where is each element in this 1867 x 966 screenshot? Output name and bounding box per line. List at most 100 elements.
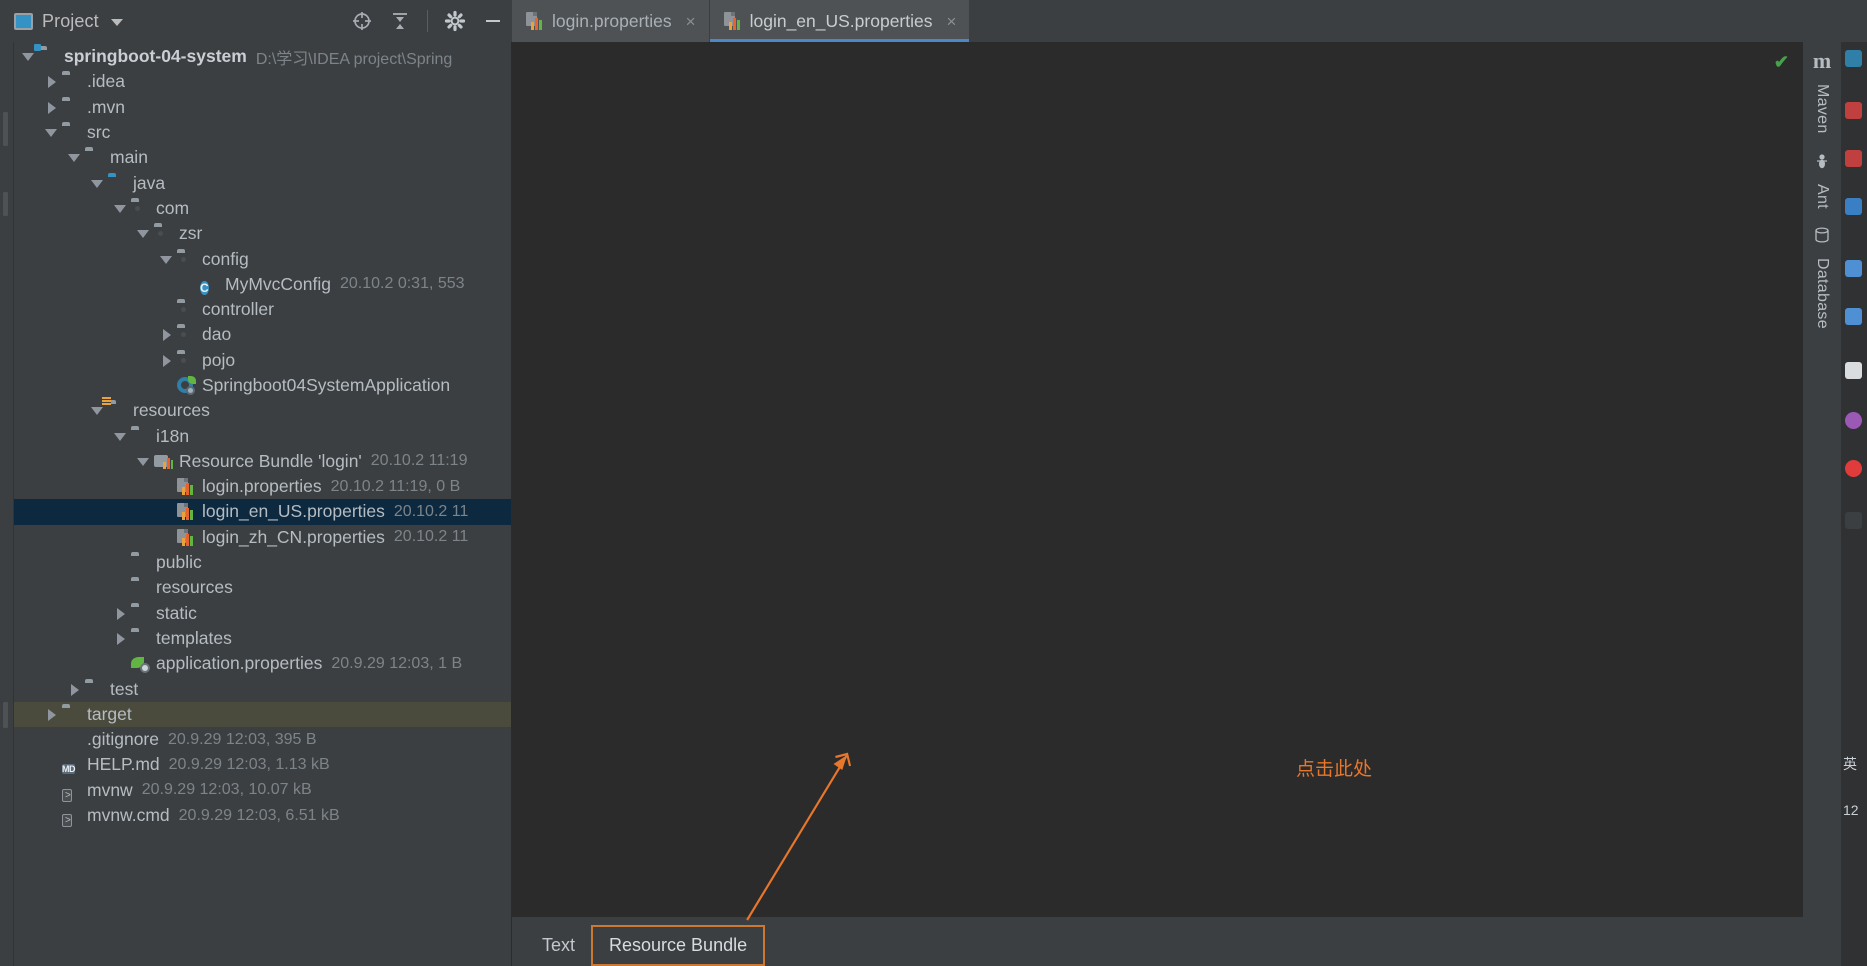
tree-row[interactable]: login.properties 20.10.2 11:19, 0 B [14,474,511,499]
inspection-status-icon[interactable]: ✔ [1774,52,1789,73]
tree-row[interactable]: > mvnw.cmd 20.9.29 12:03, 6.51 kB [14,803,511,828]
tree-row[interactable]: .mvn [14,95,511,120]
expand-arrow-icon[interactable] [45,708,58,721]
tree-row[interactable]: > mvnw 20.9.29 12:03, 10.07 kB [14,778,511,803]
tree-row-label: login_zh_CN.properties [202,526,385,547]
right-tool-item-maven[interactable]: Maven [1813,84,1831,134]
collapse-arrow-icon[interactable] [114,202,127,215]
expand-arrow-icon[interactable] [114,632,127,645]
collapse-arrow-icon[interactable] [68,151,81,164]
collapse-arrow-icon[interactable] [114,430,127,443]
tree-row-meta: 20.10.2 11:19, 0 B [330,477,461,495]
tab-text[interactable]: Text [526,925,591,966]
tree-row[interactable]: target [14,701,511,728]
tree-row-label: main [110,147,148,168]
desktop-icon[interactable] [1845,150,1862,167]
tree-row[interactable]: application.properties 20.9.29 12:03, 1 B [14,651,511,676]
clock-indicator[interactable]: 12 [1843,802,1859,818]
desktop-icon[interactable] [1845,412,1862,429]
properties-file-icon [177,528,196,546]
tree-row[interactable]: templates [14,626,511,651]
left-strip-stub[interactable] [3,702,8,728]
tree-row[interactable]: springboot-04-system D:\学习\IDEA project\S… [14,44,511,69]
editor-tab-login-en-us-properties[interactable]: login_en_US.properties × [709,0,971,42]
expand-arrow-icon[interactable] [45,101,58,114]
tree-row[interactable]: static [14,601,511,626]
expand-arrow-icon[interactable] [45,75,58,89]
right-tool-item-database[interactable]: Database [1813,258,1831,329]
left-strip-stub[interactable] [3,112,8,146]
close-icon[interactable]: × [947,13,957,30]
left-strip-stub[interactable] [3,192,8,216]
desktop-icon[interactable] [1845,460,1862,477]
desktop-icon[interactable] [1845,102,1862,119]
tree-row[interactable]: main [14,145,511,170]
tree-row-label: resources [133,400,210,421]
tree-row[interactable]: login_zh_CN.properties 20.10.2 11 [14,525,511,550]
tree-row-meta: 20.10.2 11 [393,502,469,520]
tree-row[interactable]: .gitignore 20.9.29 12:03, 395 B [14,727,511,752]
desktop-icon[interactable] [1845,50,1862,67]
desktop-icon[interactable] [1845,512,1862,529]
project-tree-pane[interactable]: springboot-04-system D:\学习\IDEA project\S… [14,42,512,966]
properties-file-icon [177,503,196,521]
tree-row[interactable]: C MyMvcConfig 20.10.2 0:31, 553 [14,272,511,297]
tree-row[interactable]: .idea [14,69,511,94]
tree-row[interactable]: com [14,196,511,221]
tree-row[interactable]: config [14,246,511,271]
ime-language-indicator[interactable]: 英 [1843,754,1857,774]
project-tool-window-title[interactable]: Project [14,11,123,32]
right-tool-item-ant[interactable]: Ant [1813,184,1831,209]
markdown-icon: MD [62,764,76,775]
locate-icon[interactable] [351,10,373,32]
hide-tool-window-icon[interactable] [482,10,504,32]
tree-row[interactable]: i18n [14,423,511,448]
editor-canvas[interactable]: ✔ [512,42,1803,917]
tree-row[interactable]: zsr [14,221,511,246]
toolbar-divider [427,10,428,32]
desktop-icon[interactable] [1845,362,1862,379]
expand-arrow-icon[interactable] [68,683,81,696]
collapse-arrow-icon[interactable] [137,455,150,468]
tree-row[interactable]: public [14,550,511,575]
tab-resource-bundle[interactable]: Resource Bundle [591,925,766,966]
package-icon [154,225,173,242]
collapse-arrow-icon[interactable] [137,227,150,240]
settings-gear-icon[interactable] [444,10,466,32]
expand-arrow-icon[interactable] [160,328,173,342]
desktop-icon[interactable] [1845,260,1862,277]
expand-arrow-icon[interactable] [160,354,173,367]
tree-row[interactable]: resources [14,575,511,600]
tree-row[interactable]: src [14,120,511,145]
tree-row[interactable]: pojo [14,348,511,373]
chevron-down-icon[interactable] [110,19,123,26]
tree-row[interactable]: Resource Bundle 'login' 20.10.2 11:19 [14,449,511,474]
tree-row[interactable]: login_en_US.properties 20.10.2 11 [14,499,511,525]
tree-row[interactable]: controller [14,297,511,322]
tab-resource-bundle-label: Resource Bundle [609,935,748,955]
collapse-arrow-icon[interactable] [45,126,58,139]
collapse-arrow-icon[interactable] [160,253,173,266]
tree-row[interactable]: resources [14,398,511,423]
tree-row[interactable]: dao [14,322,511,347]
package-icon [131,200,150,217]
tree-row-meta: 20.9.29 12:03, 1 B [331,654,463,672]
desktop-icon[interactable] [1845,198,1862,215]
tree-row[interactable]: Springboot04SystemApplication [14,373,511,398]
properties-file-icon [177,478,196,496]
tree-row[interactable]: test [14,676,511,701]
collapse-arrow-icon[interactable] [91,177,104,190]
tree-row[interactable]: MD HELP.md 20.9.29 12:03, 1.13 kB [14,752,511,777]
spring-properties-icon [131,655,150,673]
tree-row-meta: 20.9.29 12:03, 1.13 kB [168,755,330,773]
close-icon[interactable]: × [686,13,696,30]
tree-row[interactable]: java [14,170,511,195]
desktop-icon[interactable] [1845,308,1862,325]
collapse-arrow-icon[interactable] [22,50,35,63]
expand-arrow-icon[interactable] [114,607,127,620]
collapse-all-icon[interactable] [389,10,411,32]
editor-tab-login-properties[interactable]: login.properties × [512,0,710,42]
